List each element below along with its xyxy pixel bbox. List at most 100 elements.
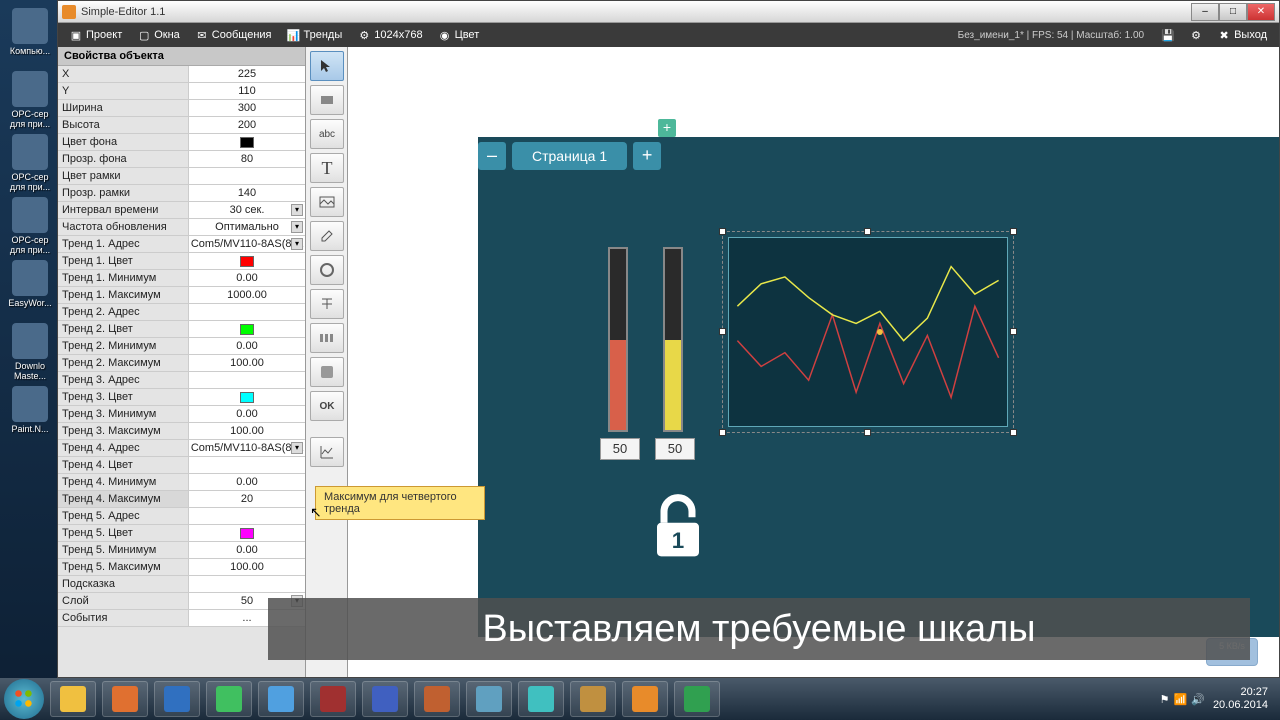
tray-volume-icon[interactable]: 🔊 bbox=[1191, 693, 1205, 706]
prop-row-12[interactable]: Тренд 1. Минимум0.00 bbox=[58, 270, 305, 287]
prop-value[interactable] bbox=[188, 457, 305, 473]
tool-pointer[interactable] bbox=[310, 51, 344, 81]
prop-value[interactable]: 225 bbox=[188, 66, 305, 82]
system-tray[interactable]: ⚑ 📶 🔊 20:27 20.06.2014 bbox=[1160, 686, 1276, 712]
prop-value[interactable]: 200 bbox=[188, 117, 305, 133]
taskbar-app-9[interactable] bbox=[518, 681, 564, 717]
prop-value[interactable]: 0.00 bbox=[188, 270, 305, 286]
lock-widget[interactable]: 1 bbox=[628, 477, 728, 577]
menu-project[interactable]: ▣Проект bbox=[62, 26, 130, 44]
prop-row-21[interactable]: Тренд 3. Максимум100.00 bbox=[58, 423, 305, 440]
prop-value[interactable]: 100.00 bbox=[188, 355, 305, 371]
maximize-button[interactable]: □ bbox=[1219, 3, 1247, 21]
sel-handle-nw[interactable] bbox=[719, 228, 726, 235]
prop-value[interactable]: 0.00 bbox=[188, 406, 305, 422]
prop-value[interactable]: 100.00 bbox=[188, 559, 305, 575]
prop-row-3[interactable]: Высота200 bbox=[58, 117, 305, 134]
prop-value[interactable]: 140 bbox=[188, 185, 305, 201]
menu-exit[interactable]: ✖Выход bbox=[1210, 26, 1275, 44]
prop-row-26[interactable]: Тренд 5. Адрес bbox=[58, 508, 305, 525]
prop-value[interactable] bbox=[188, 576, 305, 592]
prop-row-27[interactable]: Тренд 5. Цвет bbox=[58, 525, 305, 542]
sel-handle-ne[interactable] bbox=[1010, 228, 1017, 235]
desktop-icon-0[interactable]: Компью... bbox=[8, 8, 52, 63]
prop-row-18[interactable]: Тренд 3. Адрес bbox=[58, 372, 305, 389]
prop-row-11[interactable]: Тренд 1. Цвет bbox=[58, 253, 305, 270]
prop-row-0[interactable]: X225 bbox=[58, 66, 305, 83]
tab-add-button[interactable]: + bbox=[633, 142, 661, 170]
prop-row-19[interactable]: Тренд 3. Цвет bbox=[58, 389, 305, 406]
prop-row-22[interactable]: Тренд 4. АдресCom5/MV110-8AS(8bit adr=▾ bbox=[58, 440, 305, 457]
prop-value[interactable]: 80 bbox=[188, 151, 305, 167]
page-tab[interactable]: Страница 1 bbox=[512, 142, 627, 170]
tool-label[interactable]: abc bbox=[310, 119, 344, 149]
prop-value[interactable]: 1000.00 bbox=[188, 287, 305, 303]
prop-value[interactable]: 110 bbox=[188, 83, 305, 99]
titlebar[interactable]: Simple-Editor 1.1 – □ ✕ bbox=[58, 1, 1279, 23]
prop-value[interactable] bbox=[188, 525, 305, 541]
taskbar-app-4[interactable] bbox=[258, 681, 304, 717]
prop-value[interactable]: 100.00 bbox=[188, 423, 305, 439]
canvas-area[interactable]: + – Страница 1 + 50 50 bbox=[348, 47, 1279, 677]
taskbar-app-7[interactable] bbox=[414, 681, 460, 717]
desktop-icon-1[interactable]: OPC-сер для при... bbox=[8, 71, 52, 126]
prop-row-13[interactable]: Тренд 1. Максимум1000.00 bbox=[58, 287, 305, 304]
dropdown-arrow-icon[interactable]: ▾ bbox=[291, 442, 303, 454]
prop-row-24[interactable]: Тренд 4. Минимум0.00 bbox=[58, 474, 305, 491]
clock[interactable]: 20:27 20.06.2014 bbox=[1213, 686, 1268, 712]
taskbar-app-3[interactable] bbox=[206, 681, 252, 717]
prop-value[interactable] bbox=[188, 168, 305, 184]
sel-handle-se[interactable] bbox=[1010, 429, 1017, 436]
tool-ok[interactable]: OK bbox=[310, 391, 344, 421]
tool-slider[interactable] bbox=[310, 323, 344, 353]
menu-trends[interactable]: 📊Тренды bbox=[280, 26, 351, 44]
prop-value[interactable]: 300 bbox=[188, 100, 305, 116]
tool-align[interactable] bbox=[310, 289, 344, 319]
sel-handle-s[interactable] bbox=[864, 429, 871, 436]
taskbar-app-1[interactable] bbox=[102, 681, 148, 717]
tray-network-icon[interactable]: 📶 bbox=[1174, 693, 1188, 706]
prop-value[interactable] bbox=[188, 321, 305, 337]
taskbar-app-10[interactable] bbox=[570, 681, 616, 717]
prop-row-9[interactable]: Частота обновленияОптимально▾ bbox=[58, 219, 305, 236]
prop-row-7[interactable]: Прозр. рамки140 bbox=[58, 185, 305, 202]
minimize-button[interactable]: – bbox=[1191, 3, 1219, 21]
tool-scale[interactable] bbox=[310, 357, 344, 387]
prop-row-2[interactable]: Ширина300 bbox=[58, 100, 305, 117]
prop-value[interactable]: 30 сек. bbox=[188, 202, 305, 218]
prop-row-14[interactable]: Тренд 2. Адрес bbox=[58, 304, 305, 321]
desktop-icon-4[interactable]: EasyWor... bbox=[8, 260, 52, 315]
tab-remove-button[interactable]: – bbox=[478, 142, 506, 170]
tool-gauge[interactable] bbox=[310, 255, 344, 285]
prop-value[interactable] bbox=[188, 304, 305, 320]
menu-windows[interactable]: ▢Окна bbox=[130, 26, 188, 44]
taskbar-app-8[interactable] bbox=[466, 681, 512, 717]
prop-row-23[interactable]: Тренд 4. Цвет bbox=[58, 457, 305, 474]
tool-rectangle[interactable] bbox=[310, 85, 344, 115]
prop-row-10[interactable]: Тренд 1. АдресCom5/MV110-8AS(8bit adr=▾ bbox=[58, 236, 305, 253]
prop-value[interactable] bbox=[188, 372, 305, 388]
taskbar-app-11[interactable] bbox=[622, 681, 668, 717]
menu-resolution[interactable]: ⚙1024x768 bbox=[350, 26, 430, 44]
prop-row-15[interactable]: Тренд 2. Цвет bbox=[58, 321, 305, 338]
taskbar-app-6[interactable] bbox=[362, 681, 408, 717]
prop-row-28[interactable]: Тренд 5. Минимум0.00 bbox=[58, 542, 305, 559]
prop-row-1[interactable]: Y110 bbox=[58, 83, 305, 100]
tool-edit[interactable] bbox=[310, 221, 344, 251]
prop-value[interactable] bbox=[188, 253, 305, 269]
tool-text[interactable]: T bbox=[310, 153, 344, 183]
prop-value[interactable]: Оптимально bbox=[188, 219, 305, 235]
prop-value[interactable] bbox=[188, 134, 305, 150]
dropdown-arrow-icon[interactable]: ▾ bbox=[291, 221, 303, 233]
taskbar-app-12[interactable] bbox=[674, 681, 720, 717]
close-button[interactable]: ✕ bbox=[1247, 3, 1275, 21]
prop-value[interactable]: 20 bbox=[188, 491, 305, 507]
bar-gauge-1[interactable]: 50 bbox=[608, 247, 628, 432]
prop-row-8[interactable]: Интервал времени30 сек.▾ bbox=[58, 202, 305, 219]
prop-row-30[interactable]: Подсказка bbox=[58, 576, 305, 593]
prop-row-20[interactable]: Тренд 3. Минимум0.00 bbox=[58, 406, 305, 423]
prop-row-25[interactable]: Тренд 4. Максимум20 bbox=[58, 491, 305, 508]
prop-row-4[interactable]: Цвет фона bbox=[58, 134, 305, 151]
menu-color[interactable]: ◉Цвет bbox=[431, 26, 488, 44]
sel-handle-e[interactable] bbox=[1010, 328, 1017, 335]
